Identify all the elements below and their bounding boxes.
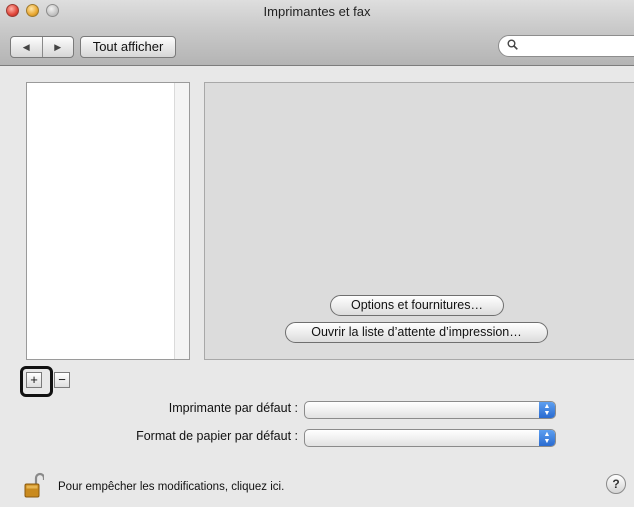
lock-message: Pour empêcher les modifications, cliquez… [58, 481, 285, 493]
window-title: Imprimantes et fax [263, 4, 371, 19]
printer-list[interactable] [26, 82, 190, 360]
popup-arrows-icon: ▲ ▼ [539, 402, 555, 418]
default-printer-popup[interactable]: ▲ ▼ [304, 401, 556, 419]
search-field[interactable] [498, 35, 634, 57]
show-all-button[interactable]: Tout afficher [80, 36, 176, 58]
forward-button[interactable]: ▶ [41, 37, 74, 57]
default-paper-size-popup[interactable]: ▲ ▼ [304, 429, 556, 447]
options-supplies-button[interactable]: Options et fournitures… [330, 295, 504, 316]
forward-icon: ▶ [54, 41, 62, 52]
search-icon [507, 39, 518, 53]
add-printer-button[interactable]: + [26, 372, 42, 388]
remove-printer-button[interactable]: − [54, 372, 70, 388]
printers-and-fax-window: Imprimantes et fax ◀ ▶ Tout afficher Opt… [0, 0, 634, 507]
back-icon: ◀ [22, 41, 30, 52]
titlebar-toolbar: Imprimantes et fax ◀ ▶ Tout afficher [0, 0, 634, 66]
printer-detail-panel [204, 82, 634, 360]
lock-icon[interactable] [24, 472, 46, 498]
printer-list-scrollbar[interactable] [174, 83, 189, 359]
popup-arrows-icon: ▲ ▼ [539, 430, 555, 446]
navigation-segment: ◀ ▶ [10, 36, 74, 58]
default-paper-size-label: Format de papier par défaut : [136, 429, 298, 443]
help-button[interactable]: ? [606, 474, 626, 494]
open-print-queue-button[interactable]: Ouvrir la liste d’attente d’impression… [285, 322, 548, 343]
default-printer-label: Imprimante par défaut : [168, 401, 298, 415]
back-button[interactable]: ◀ [11, 37, 42, 57]
